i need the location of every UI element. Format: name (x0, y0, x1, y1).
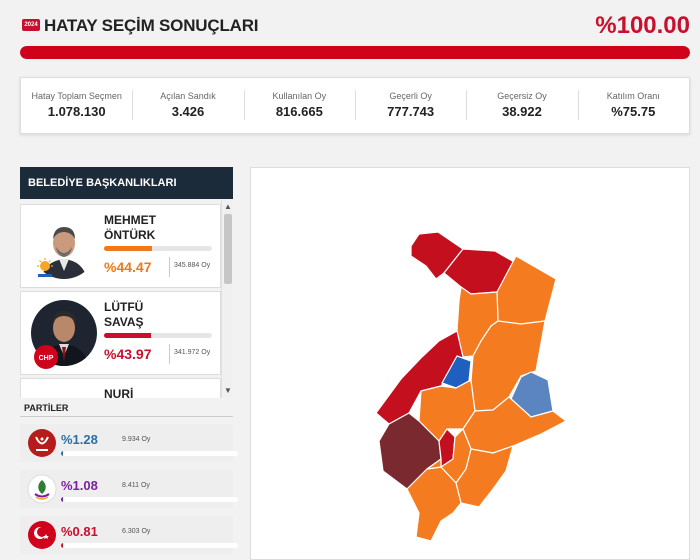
party-share-fill (61, 451, 64, 456)
candidate-card[interactable]: CHP LÜTFÜ SAVAŞ %43.97 341.972 Oy (20, 291, 221, 375)
party-row[interactable]: %0.81 6.303 Oy (20, 516, 238, 554)
opened-progress-bar (20, 46, 690, 59)
stat-label: Kullanılan Oy (272, 91, 327, 101)
election-results-page: 2024 HATAY SEÇİM SONUÇLARI %100.00 Hatay… (0, 0, 700, 560)
stat-used-votes: Kullanılan Oy 816.665 (243, 78, 355, 133)
page-title: HATAY SEÇİM SONUÇLARI (44, 16, 259, 35)
candidate-first-name: MEHMET (104, 213, 156, 227)
candidate-card[interactable]: MEHMET ÖNTÜRK %44.47 345.884 Oy (20, 204, 221, 288)
candidate-name: MEHMET ÖNTÜRK (104, 213, 214, 243)
stat-invalid-votes: Geçersiz Oy 38.922 (466, 78, 577, 133)
candidate-votes: 345.884 Oy (169, 257, 210, 277)
stat-label: Hatay Toplam Seçmen (31, 91, 122, 101)
stat-value: 777.743 (387, 104, 435, 119)
stat-label: Geçersiz Oy (497, 91, 547, 101)
party-share-bar (61, 497, 238, 502)
candidate-list[interactable]: MEHMET ÖNTÜRK %44.47 345.884 Oy CHP LÜTF… (20, 200, 233, 398)
ak-parti-logo (33, 257, 57, 281)
candidate-share-bar (104, 333, 212, 338)
zafer-partisi-logo (27, 428, 57, 458)
scroll-up-arrow-icon[interactable]: ▲ (222, 201, 234, 213)
stat-turnout: Katılım Oranı %75.75 (577, 78, 689, 133)
stats-box: Hatay Toplam Seçmen 1.078.130 Açılan San… (20, 77, 690, 134)
party-share-bar (61, 543, 238, 548)
opened-progress-fill (20, 46, 690, 59)
party-percent: %1.28 (61, 432, 98, 447)
stat-value: %75.75 (611, 104, 656, 119)
year-badge: 2024 (22, 19, 40, 31)
stat-valid-votes: Geçerli Oy 777.743 (354, 78, 466, 133)
stat-total-voters: Hatay Toplam Seçmen 1.078.130 (21, 78, 132, 133)
hatay-district-map[interactable] (251, 168, 691, 560)
chp-logo: CHP (33, 344, 58, 369)
divider (20, 416, 233, 417)
candidate-share-fill (104, 246, 153, 251)
parties-section-title: PARTİLER (24, 403, 69, 413)
candidate-percent: %43.97 (104, 346, 152, 362)
party-row[interactable]: %1.08 8.411 Oy (20, 470, 238, 508)
candidate-card[interactable]: NURİ (20, 378, 221, 398)
candidate-share-bar (104, 246, 212, 251)
candidate-last-name: ÖNTÜRK (104, 228, 156, 242)
stat-label: Katılım Oranı (606, 91, 660, 101)
party-share-bar (61, 451, 238, 456)
stat-value: 1.078.130 (47, 104, 106, 119)
party-percent: %0.81 (61, 524, 98, 539)
district-map-panel (250, 167, 690, 560)
party-percent: %1.08 (61, 478, 98, 493)
scroll-down-arrow-icon[interactable]: ▼ (222, 385, 234, 397)
party-votes: 9.934 Oy (122, 436, 151, 443)
candidate-share-fill (104, 333, 152, 338)
stat-label: Açılan Sandık (160, 91, 216, 101)
saadet-logo (27, 520, 57, 550)
candidate-list-scrollbar[interactable]: ▲ ▼ (221, 200, 233, 398)
candidate-votes: 341.972 Oy (169, 344, 210, 364)
candidate-percent: %44.47 (104, 259, 152, 275)
party-share-fill (61, 497, 63, 502)
candidate-first-name: LÜTFÜ (104, 300, 144, 314)
scroll-thumb[interactable] (224, 214, 232, 284)
stat-value: 38.922 (502, 104, 542, 119)
candidate-last-name: SAVAŞ (104, 315, 144, 329)
candidate-first-name: NURİ (104, 387, 134, 398)
stat-value: 816.665 (275, 104, 323, 119)
stat-label: Geçerli Oy (389, 91, 432, 101)
party-row[interactable]: %1.28 9.934 Oy (20, 424, 238, 462)
stat-value: 3.426 (171, 104, 205, 119)
party-votes: 8.411 Oy (122, 482, 150, 489)
stat-opened-boxes: Açılan Sandık 3.426 (132, 78, 243, 133)
chp-logo-text: CHP (39, 355, 54, 362)
mayors-section-title: BELEDİYE BAŞKANLIKLARI (20, 167, 233, 199)
dem-parti-logo (27, 474, 57, 504)
candidate-name: LÜTFÜ SAVAŞ (104, 300, 214, 330)
party-share-fill (61, 543, 63, 548)
party-votes: 6.303 Oy (122, 528, 151, 535)
opened-percent: %100.00 (595, 12, 690, 39)
candidate-name: NURİ (104, 387, 214, 398)
